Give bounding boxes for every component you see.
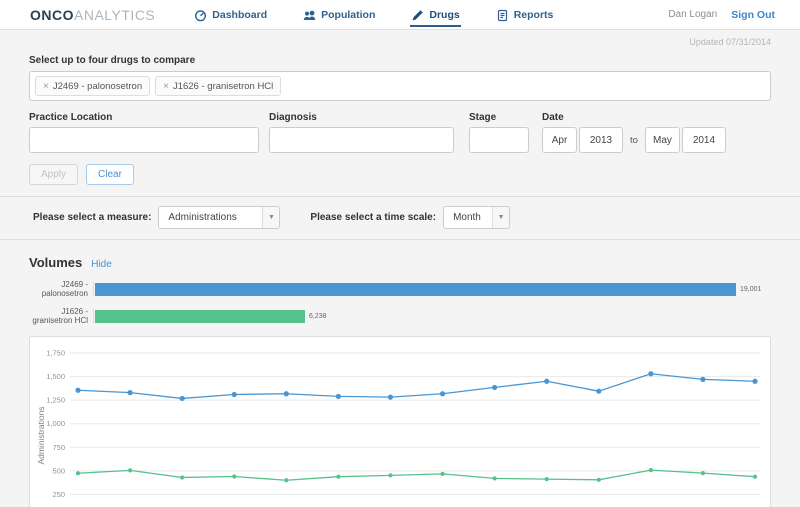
drug-tag: × J2469 - palonosetron	[35, 76, 150, 96]
nav-item-reports[interactable]: Reports	[495, 3, 555, 27]
volumes-line-chart: 02505007501,0001,2501,5001,750Apr '13May…	[30, 337, 770, 507]
volume-bar	[95, 310, 305, 323]
clear-button[interactable]: Clear	[86, 164, 134, 185]
user-area: Dan Logan Sign Out	[668, 9, 775, 21]
chevron-down-icon: ▼	[262, 207, 279, 228]
svg-text:1,250: 1,250	[46, 396, 65, 405]
apply-button[interactable]: Apply	[29, 164, 78, 185]
administrations-chart-panel: 02505007501,0001,2501,5001,750Apr '13May…	[29, 336, 771, 507]
volume-bar-label: J1626 - granisetron HCl	[29, 307, 93, 325]
nav-label: Drugs	[429, 9, 459, 21]
nav-label: Population	[321, 9, 375, 21]
chevron-down-icon: ▼	[492, 207, 509, 228]
last-updated-text: Updated 07/31/2014	[29, 37, 771, 47]
date-to-year-select[interactable]: 2014	[682, 127, 726, 153]
svg-text:750: 750	[52, 443, 65, 452]
practice-location-input[interactable]	[29, 127, 259, 153]
drug-tag: × J1626 - granisetron HCl	[155, 76, 281, 96]
population-icon	[303, 9, 316, 22]
user-name: Dan Logan	[668, 9, 717, 20]
svg-text:1,000: 1,000	[46, 419, 65, 428]
nav-item-population[interactable]: Population	[302, 3, 376, 27]
measure-select[interactable]: Administrations ▼	[158, 206, 280, 229]
report-icon	[496, 9, 509, 22]
logo-bold-text: ONCO	[30, 7, 74, 23]
volume-bar-row: J1626 - granisetron HCl 6,238	[29, 309, 771, 323]
date-label: Date	[542, 112, 726, 123]
sign-out-link[interactable]: Sign Out	[731, 9, 775, 21]
nav-label: Dashboard	[212, 9, 267, 21]
svg-text:500: 500	[52, 466, 65, 475]
measure-label: Please select a measure:	[33, 212, 151, 223]
volumes-bar-chart: J2469 - palonosetron 19,001 J1626 - gran…	[29, 282, 771, 323]
drug-tag-label: J2469 - palonosetron	[53, 81, 142, 92]
svg-text:250: 250	[52, 490, 65, 499]
drug-tag-label: J1626 - granisetron HCl	[173, 81, 273, 92]
timescale-select[interactable]: Month ▼	[443, 206, 510, 229]
drug-select-label: Select up to four drugs to compare	[29, 55, 771, 66]
volume-bar	[95, 283, 736, 296]
volume-bar-label: J2469 - palonosetron	[29, 280, 93, 298]
date-from-year-select[interactable]: 2013	[579, 127, 623, 153]
timescale-label: Please select a time scale:	[310, 212, 436, 223]
nav-item-drugs[interactable]: Drugs	[410, 3, 460, 27]
app-logo[interactable]: ONCOANALYTICS	[30, 7, 155, 23]
date-to-text: to	[630, 135, 638, 146]
svg-text:1,500: 1,500	[46, 372, 65, 381]
main-nav: Dashboard Population Drugs Reports	[193, 3, 668, 27]
drug-multiselect-input[interactable]: × J2469 - palonosetron × J1626 - granise…	[29, 71, 771, 101]
volume-bar-value: 19,001	[740, 286, 761, 293]
date-from-month-select[interactable]: Apr	[542, 127, 577, 153]
measure-value: Administrations	[159, 207, 262, 228]
timescale-value: Month	[444, 207, 492, 228]
date-to-month-select[interactable]: May	[645, 127, 680, 153]
bar-track: 6,238	[93, 309, 771, 323]
bar-track: 19,001	[93, 282, 771, 296]
logo-light-text: ANALYTICS	[74, 7, 155, 23]
measure-row: Please select a measure: Administrations…	[0, 197, 800, 239]
svg-text:1,750: 1,750	[46, 349, 65, 358]
stage-input[interactable]	[469, 127, 529, 153]
divider	[0, 239, 800, 240]
nav-item-dashboard[interactable]: Dashboard	[193, 3, 268, 27]
remove-tag-icon[interactable]: ×	[163, 81, 169, 92]
diagnosis-input[interactable]	[269, 127, 454, 153]
volumes-title: Volumes	[29, 255, 82, 270]
volume-bar-row: J2469 - palonosetron 19,001	[29, 282, 771, 296]
volume-bar-value: 6,238	[309, 313, 327, 320]
practice-location-label: Practice Location	[29, 112, 269, 123]
stage-label: Stage	[469, 112, 542, 123]
diagnosis-label: Diagnosis	[269, 112, 469, 123]
remove-tag-icon[interactable]: ×	[43, 81, 49, 92]
nav-label: Reports	[514, 9, 554, 21]
dashboard-icon	[194, 9, 207, 22]
app-header: ONCOANALYTICS Dashboard Population Drugs	[0, 0, 800, 30]
hide-link[interactable]: Hide	[91, 259, 112, 270]
syringe-icon	[411, 9, 424, 22]
svg-text:Administrations: Administrations	[36, 406, 46, 464]
